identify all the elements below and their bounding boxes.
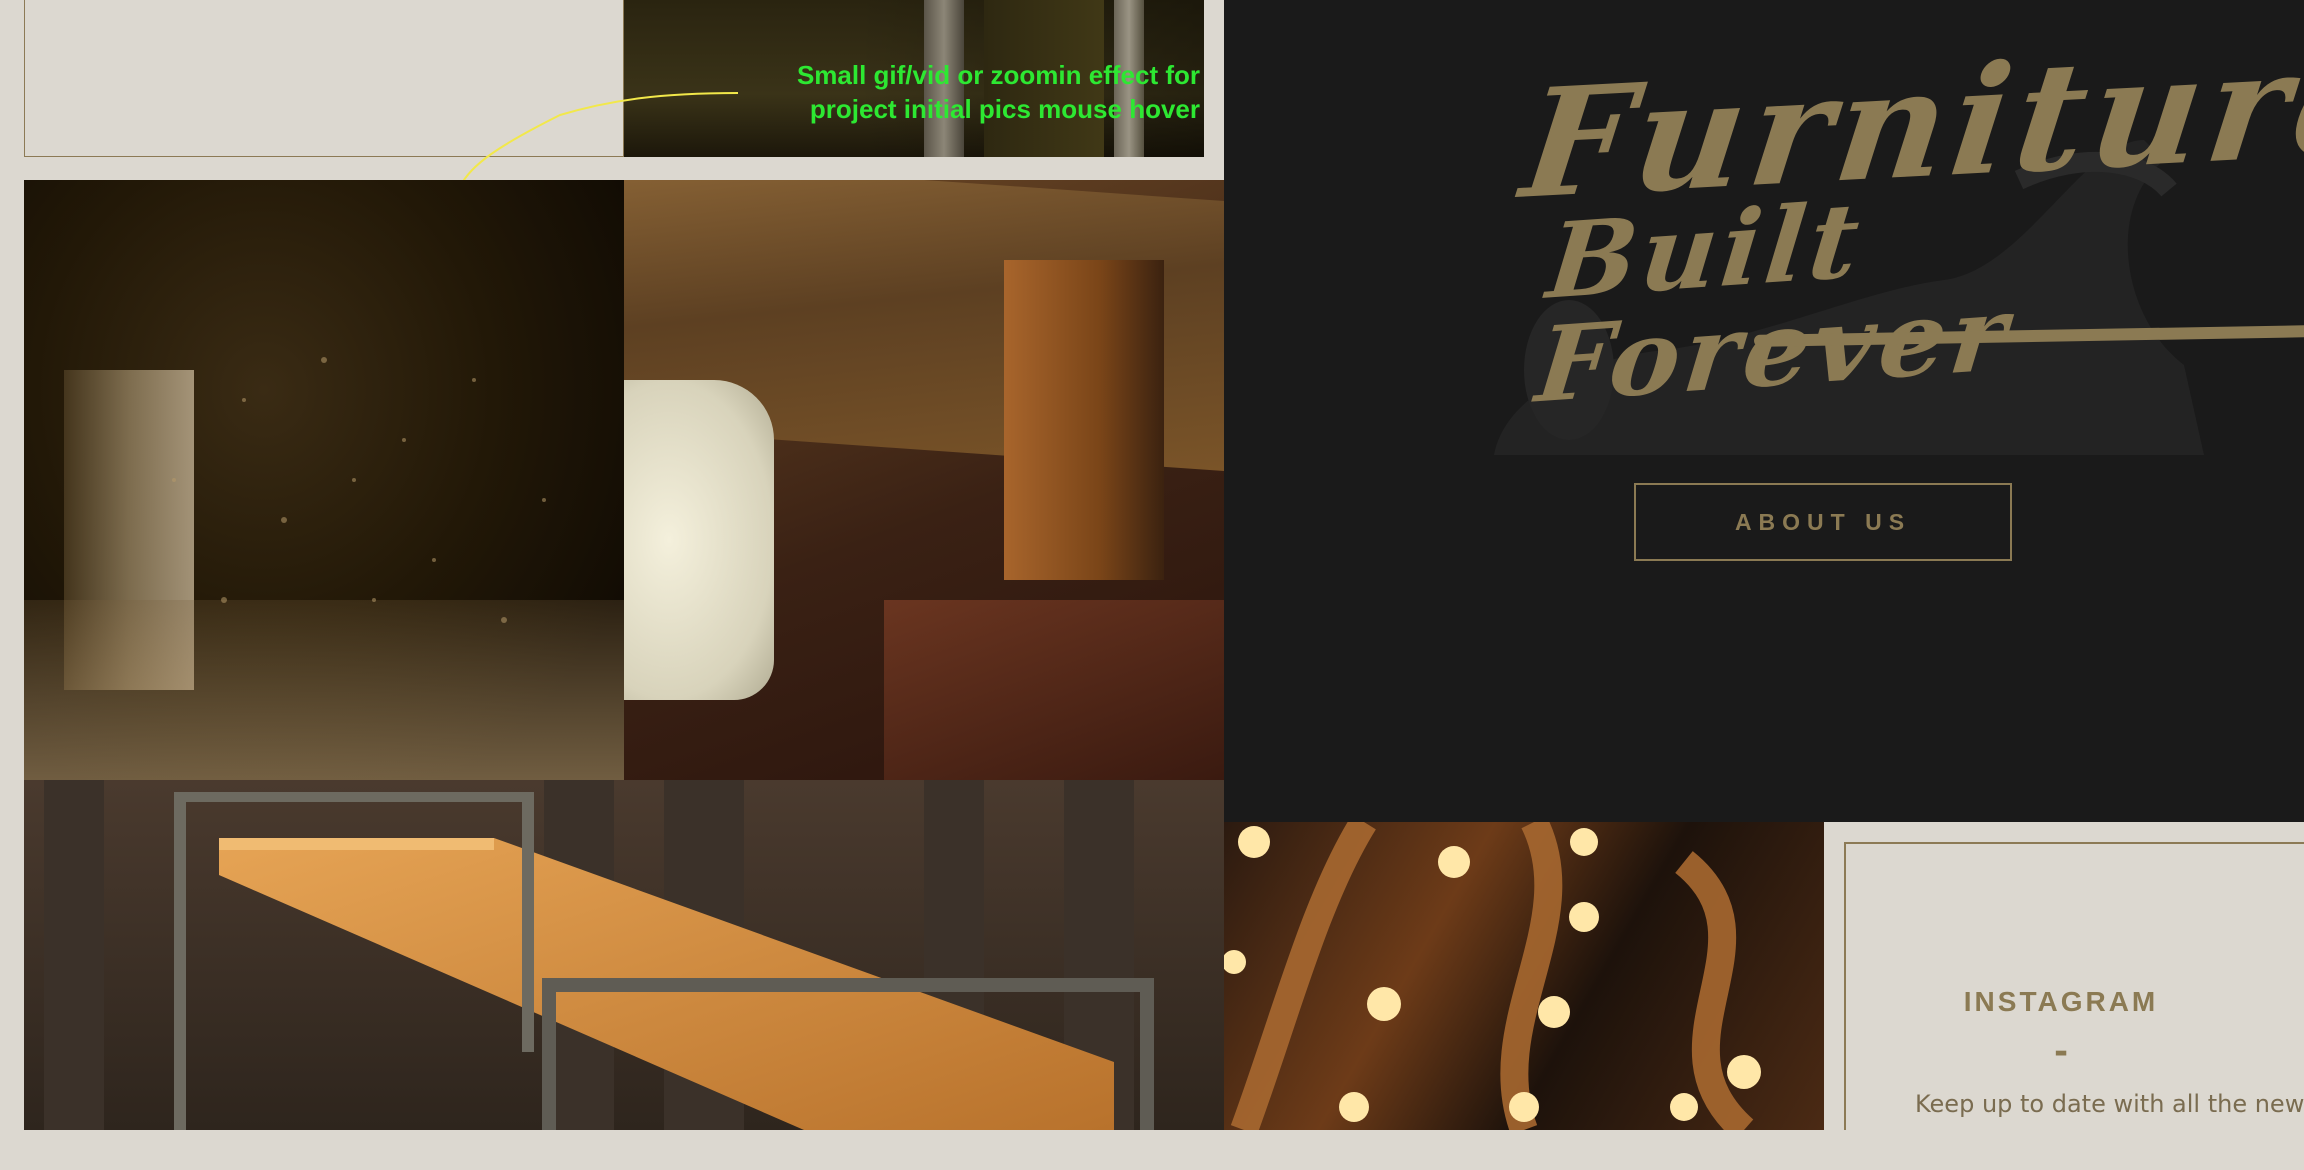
instagram-divider: - bbox=[2053, 1032, 2069, 1072]
marquee-bulbs-photo[interactable] bbox=[1224, 822, 1824, 1130]
marquee-letters bbox=[1224, 822, 1761, 1130]
sawdust-photo[interactable] bbox=[24, 180, 624, 780]
annotation-line-2: project initial pics mouse hover bbox=[809, 94, 1200, 124]
instagram-card: INSTAGRAM - bbox=[1844, 842, 2304, 1130]
dust-particles bbox=[172, 357, 546, 623]
hero-panel: Furniture Built Forever ABOUT US bbox=[1224, 0, 2304, 822]
pillow bbox=[624, 380, 774, 700]
nightstand-photo[interactable] bbox=[624, 180, 1224, 780]
annotation-line-1: Small gif/vid or zoomin effect for bbox=[796, 60, 1200, 90]
bench-illustration bbox=[44, 780, 1154, 1130]
about-us-button[interactable]: ABOUT US bbox=[1634, 483, 2012, 561]
bench-photo[interactable] bbox=[24, 780, 1224, 1130]
instagram-title: INSTAGRAM bbox=[1963, 986, 2159, 1017]
wood-side bbox=[1004, 260, 1164, 580]
instagram-section: INSTAGRAM - Keep up to date with all the… bbox=[1824, 822, 2304, 1130]
page-bottom-margin bbox=[0, 1130, 2304, 1170]
wood-leg bbox=[884, 600, 1224, 780]
instagram-description: Keep up to date with all the newest f bbox=[1915, 1090, 2304, 1118]
design-annotation-note: Small gif/vid or zoomin effect for proje… bbox=[730, 58, 1200, 126]
